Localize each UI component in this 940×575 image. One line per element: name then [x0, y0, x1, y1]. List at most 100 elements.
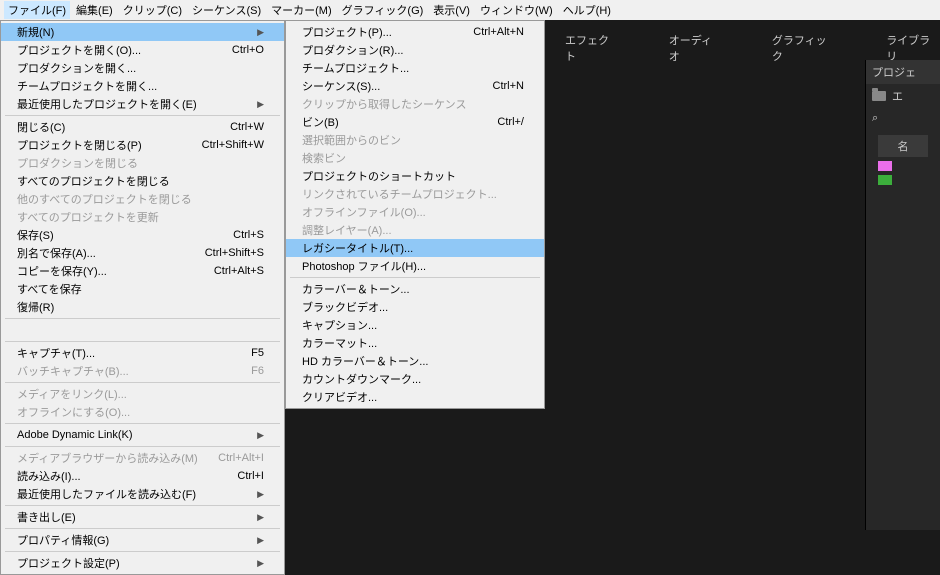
separator	[5, 115, 280, 116]
panel-row: エ	[866, 84, 940, 108]
dropdown-item-label: バッチキャプチャ(B)...	[17, 363, 129, 379]
dropdown-item-label: プロジェクトを閉じる(P)	[17, 137, 142, 153]
submenu-item-label: リンクされているチームプロジェクト...	[302, 186, 497, 202]
dropdown-item-shortcut: F5	[251, 347, 264, 359]
submenu-item-label: クリップから取得したシーケンス	[302, 96, 466, 112]
menu-help[interactable]: ヘルプ(H)	[559, 1, 615, 19]
tab-audio[interactable]: オーディオ	[669, 32, 722, 64]
column-name[interactable]: 名	[878, 135, 928, 157]
dropdown-item-label: 最近使用したファイルを読み込む(F)	[17, 486, 196, 502]
submenu-item: 検索ビン	[286, 149, 544, 167]
menu-window[interactable]: ウィンドウ(W)	[476, 1, 557, 19]
submenu-item[interactable]: Photoshop ファイル(H)...	[286, 257, 544, 275]
dropdown-item-label: プロジェクト設定(P)	[17, 555, 120, 571]
dropdown-item[interactable]: Adobe Dynamic Link(K)▶	[1, 426, 284, 444]
dropdown-item-label: 保存(S)	[17, 227, 54, 243]
dropdown-item-label: 別名で保存(A)...	[17, 245, 96, 261]
submenu-item[interactable]: カウントダウンマーク...	[286, 370, 544, 388]
dropdown-item[interactable]: 新規(N)▶	[1, 23, 284, 41]
submenu-item: 調整レイヤー(A)...	[286, 221, 544, 239]
dropdown-item[interactable]: すべてを保存	[1, 280, 284, 298]
dropdown-item: メディアをリンク(L)...	[1, 385, 284, 403]
dropdown-item[interactable]: 保存(S)Ctrl+S	[1, 226, 284, 244]
dropdown-item[interactable]: キャプチャ(T)...F5	[1, 344, 284, 362]
dropdown-item-shortcut: Ctrl+Alt+I	[218, 452, 264, 464]
submenu-item-label: オフラインファイル(O)...	[302, 204, 426, 220]
submenu-item[interactable]: プロダクション(R)...	[286, 41, 544, 59]
separator	[5, 423, 280, 424]
dropdown-item-label: すべてを保存	[17, 281, 82, 297]
dropdown-item-label: 復帰(R)	[17, 299, 54, 315]
submenu-item: 選択範囲からのビン	[286, 131, 544, 149]
dropdown-item[interactable]: 書き出し(E) ▶	[1, 508, 284, 526]
dropdown-item[interactable]: 最近使用したプロジェクトを開く(E)▶	[1, 95, 284, 113]
chevron-right-icon: ▶	[257, 99, 264, 110]
submenu-item: オフラインファイル(O)...	[286, 203, 544, 221]
submenu-item[interactable]: チームプロジェクト...	[286, 59, 544, 77]
dropdown-item-label: コピーを保存(Y)...	[17, 263, 107, 279]
menu-graphic[interactable]: グラフィック(G)	[338, 1, 428, 19]
submenu-item[interactable]: カラーマット...	[286, 334, 544, 352]
submenu-item[interactable]: カラーバー＆トーン...	[286, 280, 544, 298]
dropdown-item[interactable]: コピーを保存(Y)...Ctrl+Alt+S	[1, 262, 284, 280]
dropdown-item	[1, 321, 284, 339]
dropdown-item[interactable]: チームプロジェクトを開く...	[1, 77, 284, 95]
submenu-item[interactable]: プロジェクト(P)... Ctrl+Alt+N	[286, 23, 544, 41]
submenu-item-label: クリアビデオ...	[302, 389, 377, 405]
label-swatch-pink[interactable]	[878, 161, 892, 171]
dropdown-item-label: 書き出し(E)	[17, 509, 76, 525]
submenu-item-shortcut: Ctrl+Alt+N	[473, 26, 524, 38]
menu-edit[interactable]: 編集(E)	[72, 1, 117, 19]
dropdown-item[interactable]: 閉じる(C)Ctrl+W	[1, 118, 284, 136]
separator	[5, 446, 280, 447]
dropdown-item-label: メディアブラウザーから読み込み(M)	[17, 450, 198, 466]
menu-file[interactable]: ファイル(F)	[4, 1, 70, 19]
dropdown-item[interactable]: 復帰(R)	[1, 298, 284, 316]
submenu-item[interactable]: ブラックビデオ...	[286, 298, 544, 316]
menu-sequence[interactable]: シーケンス(S)	[188, 1, 265, 19]
dropdown-item-shortcut: Ctrl+W	[230, 121, 264, 133]
submenu-item-label: プロダクション(R)...	[302, 42, 403, 58]
dropdown-item-shortcut: Ctrl+Shift+W	[202, 139, 264, 151]
dropdown-item: 他のすべてのプロジェクトを閉じる	[1, 190, 284, 208]
submenu-item[interactable]: レガシータイトル(T)...	[286, 239, 544, 257]
submenu-item[interactable]: プロジェクトのショートカット	[286, 167, 544, 185]
dropdown-item-label: すべてのプロジェクトを更新	[17, 209, 159, 225]
submenu-item-shortcut: Ctrl+N	[493, 80, 524, 92]
dropdown-item[interactable]: すべてのプロジェクトを閉じる	[1, 172, 284, 190]
submenu-item[interactable]: HD カラーバー＆トーン...	[286, 352, 544, 370]
dropdown-item[interactable]: プロパティ情報(G)▶	[1, 531, 284, 549]
submenu-item-label: シーケンス(S)...	[302, 78, 380, 94]
separator	[5, 318, 280, 319]
submenu-item[interactable]: クリアビデオ...	[286, 388, 544, 406]
dropdown-item-label: オフラインにする(O)...	[17, 404, 130, 420]
chevron-right-icon: ▶	[257, 558, 264, 569]
menu-view[interactable]: 表示(V)	[429, 1, 474, 19]
dropdown-item[interactable]: プロジェクトを閉じる(P) Ctrl+Shift+W	[1, 136, 284, 154]
tab-graphic[interactable]: グラフィック	[772, 32, 836, 64]
dropdown-item[interactable]: プロジェクト設定(P) ▶	[1, 554, 284, 572]
separator	[5, 382, 280, 383]
label-swatch-green[interactable]	[878, 175, 892, 185]
dropdown-item[interactable]: プロジェクトを開く(O)...Ctrl+O	[1, 41, 284, 59]
dropdown-item[interactable]: プロダクションを開く...	[1, 59, 284, 77]
dropdown-item-label: メディアをリンク(L)...	[17, 386, 127, 402]
submenu-item[interactable]: ビン(B)Ctrl+/	[286, 113, 544, 131]
panel-search[interactable]: ⌕	[866, 108, 940, 129]
dropdown-item[interactable]: 最近使用したファイルを読み込む(F)▶	[1, 485, 284, 503]
dropdown-item[interactable]: 別名で保存(A)...Ctrl+Shift+S	[1, 244, 284, 262]
dropdown-item: バッチキャプチャ(B)...F6	[1, 362, 284, 380]
menu-marker[interactable]: マーカー(M)	[267, 1, 336, 19]
submenu-item[interactable]: キャプション...	[286, 316, 544, 334]
chevron-right-icon: ▶	[257, 512, 264, 523]
tab-effects[interactable]: エフェクト	[565, 32, 619, 64]
submenu-item-label: キャプション...	[302, 317, 377, 333]
dropdown-item-label: 読み込み(I)...	[17, 468, 81, 484]
submenu-item-label: プロジェクト(P)...	[302, 24, 392, 40]
panel-header[interactable]: プロジェ	[866, 60, 940, 84]
menu-clip[interactable]: クリップ(C)	[119, 1, 186, 19]
chevron-right-icon: ▶	[257, 27, 264, 38]
dropdown-item[interactable]: 読み込み(I)...Ctrl+I	[1, 467, 284, 485]
dropdown-item-label: すべてのプロジェクトを閉じる	[17, 173, 170, 189]
submenu-item[interactable]: シーケンス(S)... Ctrl+N	[286, 77, 544, 95]
